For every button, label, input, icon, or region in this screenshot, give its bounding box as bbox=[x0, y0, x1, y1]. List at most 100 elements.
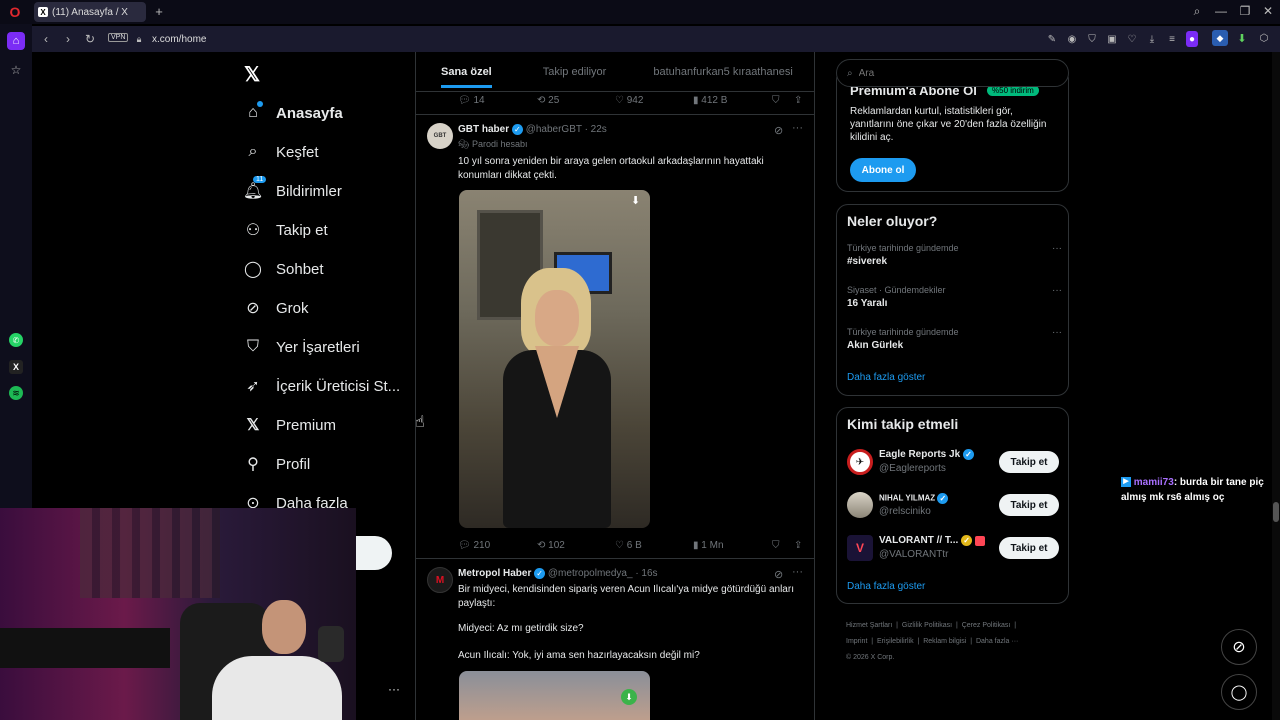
extensions-icon[interactable]: ⬡ bbox=[1256, 30, 1272, 46]
minimize-icon[interactable]: — bbox=[1214, 4, 1228, 18]
follow-button[interactable]: Takip et bbox=[999, 537, 1059, 559]
tab-following[interactable]: Takip ediliyor bbox=[543, 52, 607, 91]
star-icon[interactable]: ☆ bbox=[8, 62, 24, 78]
share-icon[interactable]: ⇪ bbox=[794, 95, 802, 106]
vpn-badge[interactable]: VPN bbox=[108, 33, 129, 42]
bookmark-icon[interactable]: ⛉ bbox=[772, 540, 780, 551]
x-app-icon[interactable]: X bbox=[9, 360, 23, 374]
footer-link[interactable]: Çerez Politikası bbox=[962, 622, 1011, 629]
account-menu-icon[interactable]: ··· bbox=[388, 682, 400, 696]
search-box[interactable]: ⌕ bbox=[836, 59, 1069, 87]
url-text[interactable]: x.com/home bbox=[152, 34, 206, 45]
download-icon[interactable]: ⤓ bbox=[1146, 31, 1158, 47]
retweet-button[interactable]: ⟲ 102 bbox=[537, 540, 565, 551]
avatar[interactable]: ✈ bbox=[847, 449, 873, 475]
trend-item[interactable]: Türkiye tarihinde gündemde Akın Gürlek ·… bbox=[847, 327, 1062, 351]
tweet-time[interactable]: · 22s bbox=[585, 124, 607, 135]
nav-item-premium[interactable]: 𝕏 Premium bbox=[244, 413, 336, 437]
subscribe-button[interactable]: Abone ol bbox=[850, 158, 916, 182]
follow-suggestion[interactable]: NIHAL YILMAZ ✓ @relsciniko Takip et bbox=[847, 491, 1062, 519]
retweet-button[interactable]: ⟲ 25 bbox=[537, 95, 559, 106]
author-name[interactable]: GBT haber bbox=[458, 124, 509, 135]
download-icon[interactable]: ⬇ bbox=[621, 689, 637, 705]
grok-icon[interactable]: ⊘ bbox=[1221, 629, 1257, 665]
footer-link[interactable]: Imprint bbox=[846, 638, 867, 645]
camera-icon[interactable]: ◉ bbox=[1066, 31, 1078, 47]
back-icon[interactable]: ‹ bbox=[40, 32, 52, 46]
follow-button[interactable]: Takip et bbox=[999, 494, 1059, 516]
nav-item-notifications[interactable]: 🔔︎ 11 Bildirimler bbox=[243, 176, 342, 203]
tweet[interactable]: M Metropol Haber ✓ @metropolmedya_ · 16s… bbox=[416, 559, 814, 720]
search-tabs-icon[interactable]: ⌕ bbox=[1190, 4, 1204, 18]
spotify-icon[interactable]: ≋ bbox=[9, 386, 23, 400]
share-icon[interactable]: ⇪ bbox=[794, 540, 802, 551]
more-options-icon[interactable]: ··· bbox=[792, 566, 803, 578]
tweet-video[interactable]: ⬇ bbox=[459, 190, 650, 528]
avatar[interactable]: M bbox=[427, 567, 453, 593]
menu-icon[interactable]: ≡ bbox=[1166, 31, 1178, 47]
bookmark-icon[interactable]: ⛉ bbox=[772, 95, 780, 106]
box-icon[interactable]: ▣ bbox=[1106, 31, 1118, 47]
reload-icon[interactable]: ↻ bbox=[84, 32, 96, 46]
nav-item-follow[interactable]: ⚇ Takip et bbox=[244, 218, 328, 242]
more-options-icon[interactable]: ··· bbox=[1052, 243, 1062, 254]
footer-link[interactable]: Hizmet Şartları bbox=[846, 622, 892, 629]
download-icon[interactable]: ⬇ bbox=[631, 194, 640, 207]
valorant-logo-icon[interactable]: V bbox=[847, 535, 873, 561]
more-options-icon[interactable]: ··· bbox=[1052, 285, 1062, 296]
forward-icon[interactable]: › bbox=[62, 32, 74, 46]
nav-item-explore[interactable]: ⌕ Keşfet bbox=[244, 140, 319, 164]
tab-community[interactable]: batuhanfurkan5 kıraathanesi bbox=[653, 52, 792, 91]
heart-icon[interactable]: ♡ bbox=[1126, 31, 1138, 47]
show-more-link[interactable]: Daha fazla göster bbox=[847, 372, 925, 383]
lock-icon[interactable]: 🔒︎ bbox=[134, 32, 144, 46]
home-icon[interactable]: ⌂ bbox=[7, 32, 25, 50]
footer-link[interactable]: Erişilebilirlik bbox=[877, 638, 914, 645]
follow-suggestion[interactable]: V VALORANT // T... ✓ @VALORANTtr Takip e… bbox=[847, 534, 1062, 562]
nav-item-grok[interactable]: ⊘ Grok bbox=[244, 296, 308, 320]
follow-button[interactable]: Takip et bbox=[999, 451, 1059, 473]
close-icon[interactable]: ✕ bbox=[1261, 4, 1275, 18]
opera-logo-icon[interactable]: O bbox=[8, 4, 22, 20]
nav-item-chat[interactable]: ◯ Sohbet bbox=[244, 257, 324, 281]
more-options-icon[interactable]: ··· bbox=[1052, 327, 1062, 338]
tweet-video[interactable]: ⬇ bbox=[459, 671, 650, 720]
new-tab-icon[interactable]: + bbox=[152, 4, 166, 19]
more-options-icon[interactable]: ··· bbox=[792, 122, 803, 134]
views-button[interactable]: ▮ 1 Mn bbox=[693, 540, 724, 551]
author-handle[interactable]: @haberGBT bbox=[526, 124, 582, 135]
nav-item-home[interactable]: ⌂ Anasayfa bbox=[244, 101, 343, 125]
scrollbar[interactable] bbox=[1272, 52, 1280, 720]
browser-tab[interactable]: X (11) Anasayfa / X bbox=[34, 2, 146, 22]
footer-link[interactable]: Gizlilik Politikası bbox=[902, 622, 952, 629]
grok-icon[interactable]: ⊘ bbox=[774, 568, 783, 581]
author-name[interactable]: Metropol Haber bbox=[458, 568, 531, 579]
chat-icon[interactable]: ◯ bbox=[1221, 674, 1257, 710]
tweet[interactable]: GBT GBT haber ✓ @haberGBT · 22s 🎭︎ Parod… bbox=[416, 115, 814, 558]
footer-link[interactable]: Reklam bilgisi bbox=[923, 638, 966, 645]
extension-2-icon[interactable]: ⬇ bbox=[1234, 30, 1250, 46]
avatar[interactable]: GBT bbox=[427, 123, 453, 149]
follow-suggestion[interactable]: ✈ Eagle Reports Jk ✓ @Eaglereports Takip… bbox=[847, 448, 1062, 476]
reply-button[interactable]: 💬︎ 210 bbox=[458, 540, 490, 551]
reply-button[interactable]: 💬︎ 14 bbox=[458, 95, 485, 106]
tweet-time[interactable]: · 16s bbox=[635, 568, 657, 579]
extension-1-icon[interactable]: ◆ bbox=[1212, 30, 1228, 46]
like-button[interactable]: ♡ 6 B bbox=[615, 540, 642, 551]
x-logo-icon[interactable]: 𝕏 bbox=[244, 64, 264, 86]
search-input[interactable] bbox=[858, 67, 1049, 79]
shield-icon[interactable]: ⛉ bbox=[1086, 31, 1098, 47]
avatar[interactable] bbox=[847, 492, 873, 518]
footer-link[interactable]: Daha fazla ··· bbox=[976, 638, 1018, 645]
like-button[interactable]: ♡ 942 bbox=[615, 95, 643, 106]
views-button[interactable]: ▮ 412 B bbox=[693, 95, 727, 106]
profile-icon[interactable]: ● bbox=[1186, 31, 1198, 47]
trend-item[interactable]: Türkiye tarihinde gündemde #siverek ··· bbox=[847, 243, 1062, 267]
show-more-link[interactable]: Daha fazla göster bbox=[847, 581, 925, 592]
nav-item-creator-studio[interactable]: ➶ İçerik Üreticisi St... bbox=[244, 374, 400, 398]
author-handle[interactable]: @metropolmedya_ bbox=[548, 568, 633, 579]
tab-for-you[interactable]: Sana özel bbox=[441, 52, 492, 88]
edit-icon[interactable]: ✎ bbox=[1046, 31, 1058, 47]
grok-icon[interactable]: ⊘ bbox=[774, 124, 783, 137]
scrollbar-thumb[interactable] bbox=[1273, 502, 1279, 522]
